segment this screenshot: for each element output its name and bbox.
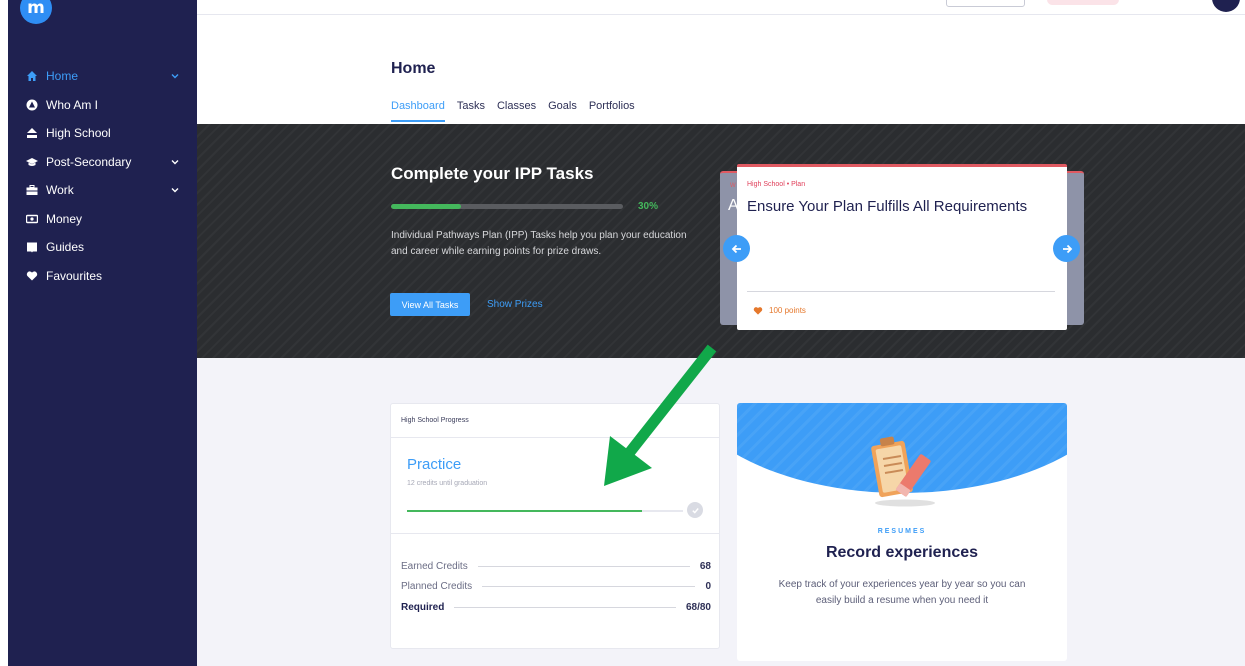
sidebar-item-work[interactable]: Work	[8, 176, 197, 205]
credit-row-required: Required 68/80	[401, 600, 711, 614]
leader-line	[477, 565, 690, 567]
sidebar-item-money[interactable]: Money	[8, 205, 197, 234]
card-header: High School Progress	[391, 404, 719, 438]
topbar-button[interactable]	[946, 0, 1025, 7]
card-description: Keep track of your experiences year by y…	[778, 579, 1026, 606]
resume-illustration	[871, 436, 935, 507]
credit-row-planned: Planned Credits 0	[401, 579, 711, 593]
credit-value: 68/80	[685, 601, 711, 613]
credit-label: Planned Credits	[401, 580, 473, 592]
ipp-progress-percent: 30%	[638, 201, 659, 212]
carousel-next-button[interactable]	[1053, 235, 1080, 262]
heart-icon	[26, 270, 38, 282]
tab-portfolios[interactable]: Portfolios	[589, 100, 635, 122]
sidebar-item-label: High School	[46, 126, 111, 141]
sidebar-nav: Home Who Am I High School Post-Secondary…	[8, 62, 197, 290]
task-card-category: High School • Plan	[747, 181, 806, 188]
person-circle-icon	[26, 99, 38, 111]
leader-line	[454, 606, 676, 608]
sidebar-item-favourites[interactable]: Favourites	[8, 262, 197, 291]
sidebar-item-label: Post-Secondary	[46, 154, 132, 169]
money-icon	[26, 213, 38, 225]
high-school-progress-card: High School Progress Practice 12 credits…	[390, 403, 720, 649]
ipp-progress-fill	[391, 204, 461, 209]
chevron-down-icon[interactable]	[171, 158, 179, 166]
sidebar-item-label: Guides	[46, 240, 85, 255]
sidebar: m Home Who Am I High School Post-Seconda…	[8, 0, 197, 666]
sidebar-item-post-secondary[interactable]: Post-Secondary	[8, 148, 197, 177]
sidebar-item-home[interactable]: Home	[8, 62, 197, 91]
sidebar-item-who-am-i[interactable]: Who Am I	[8, 91, 197, 120]
carousel-prev-button[interactable]	[723, 235, 750, 262]
tab-classes[interactable]: Classes	[497, 100, 536, 122]
tab-dashboard[interactable]: Dashboard	[391, 100, 445, 122]
dashboard-cards: High School Progress Practice 12 credits…	[197, 358, 1245, 666]
school-icon	[26, 127, 38, 139]
points-label: 100 points	[769, 306, 806, 315]
graduation-progress-bar	[407, 510, 683, 512]
sidebar-item-high-school[interactable]: High School	[8, 119, 197, 148]
tab-tasks[interactable]: Tasks	[457, 100, 485, 122]
graduation-cap-icon	[26, 156, 38, 168]
card-eyebrow: RESUMES	[877, 528, 927, 535]
graduation-progress-fill	[407, 510, 642, 512]
credit-label: Required	[401, 601, 445, 613]
task-card-points: 100 points	[753, 306, 806, 315]
sidebar-item-guides[interactable]: Guides	[8, 233, 197, 262]
card-title: Record experiences	[825, 544, 979, 561]
arrow-right-icon	[1062, 244, 1072, 253]
sidebar-item-label: Favourites	[46, 268, 103, 283]
task-card[interactable]: High School • Plan Ensure Your Plan Fulf…	[737, 164, 1067, 330]
resumes-card[interactable]: RESUMES Record experiences Keep track of…	[737, 403, 1067, 661]
show-prizes-link[interactable]: Show Prizes	[487, 299, 543, 310]
briefcase-icon	[26, 184, 38, 196]
app-frame: m Home Who Am I High School Post-Seconda…	[0, 0, 1245, 666]
progress-stage: Practice	[407, 456, 462, 473]
credit-value: 68	[699, 560, 711, 572]
arrow-left-icon	[731, 244, 741, 253]
credit-value: 0	[705, 580, 711, 592]
logo[interactable]: m	[20, 0, 52, 24]
view-all-tasks-button[interactable]: View All Tasks	[390, 293, 470, 316]
card-divider	[391, 533, 719, 534]
tab-bar: Dashboard Tasks Classes Goals Portfolios	[391, 100, 647, 122]
credit-label: Earned Credits	[401, 560, 468, 572]
chevron-down-icon[interactable]	[171, 72, 179, 80]
check-icon	[687, 502, 703, 518]
home-icon	[26, 70, 38, 82]
ipp-progress-bar	[391, 204, 623, 209]
ipp-tasks-banner: Complete your IPP Tasks 30% Individual P…	[197, 124, 1245, 358]
chevron-down-icon[interactable]	[171, 186, 179, 194]
avatar[interactable]	[1212, 0, 1240, 12]
card-eyebrow: W	[730, 183, 736, 189]
task-card-title: Ensure Your Plan Fulfills All Requiremen…	[747, 198, 1028, 215]
heart-icon	[753, 307, 763, 315]
card-divider	[747, 291, 1055, 292]
credit-row-earned: Earned Credits 68	[401, 559, 711, 573]
credits-remaining: 12 credits until graduation	[407, 480, 488, 487]
leader-line	[482, 585, 696, 587]
tab-goals[interactable]: Goals	[548, 100, 577, 122]
banner-description: Individual Pathways Plan (IPP) Tasks hel…	[391, 230, 687, 257]
banner-title: Complete your IPP Tasks	[391, 164, 594, 183]
topbar-pill-button[interactable]	[1047, 0, 1119, 5]
book-icon	[26, 241, 38, 253]
sidebar-item-label: Work	[46, 183, 74, 198]
sidebar-item-label: Home	[46, 69, 79, 84]
topbar-divider	[197, 14, 1245, 15]
sidebar-item-label: Money	[46, 211, 83, 226]
page-title: Home	[391, 60, 436, 77]
sidebar-item-label: Who Am I	[46, 97, 99, 112]
